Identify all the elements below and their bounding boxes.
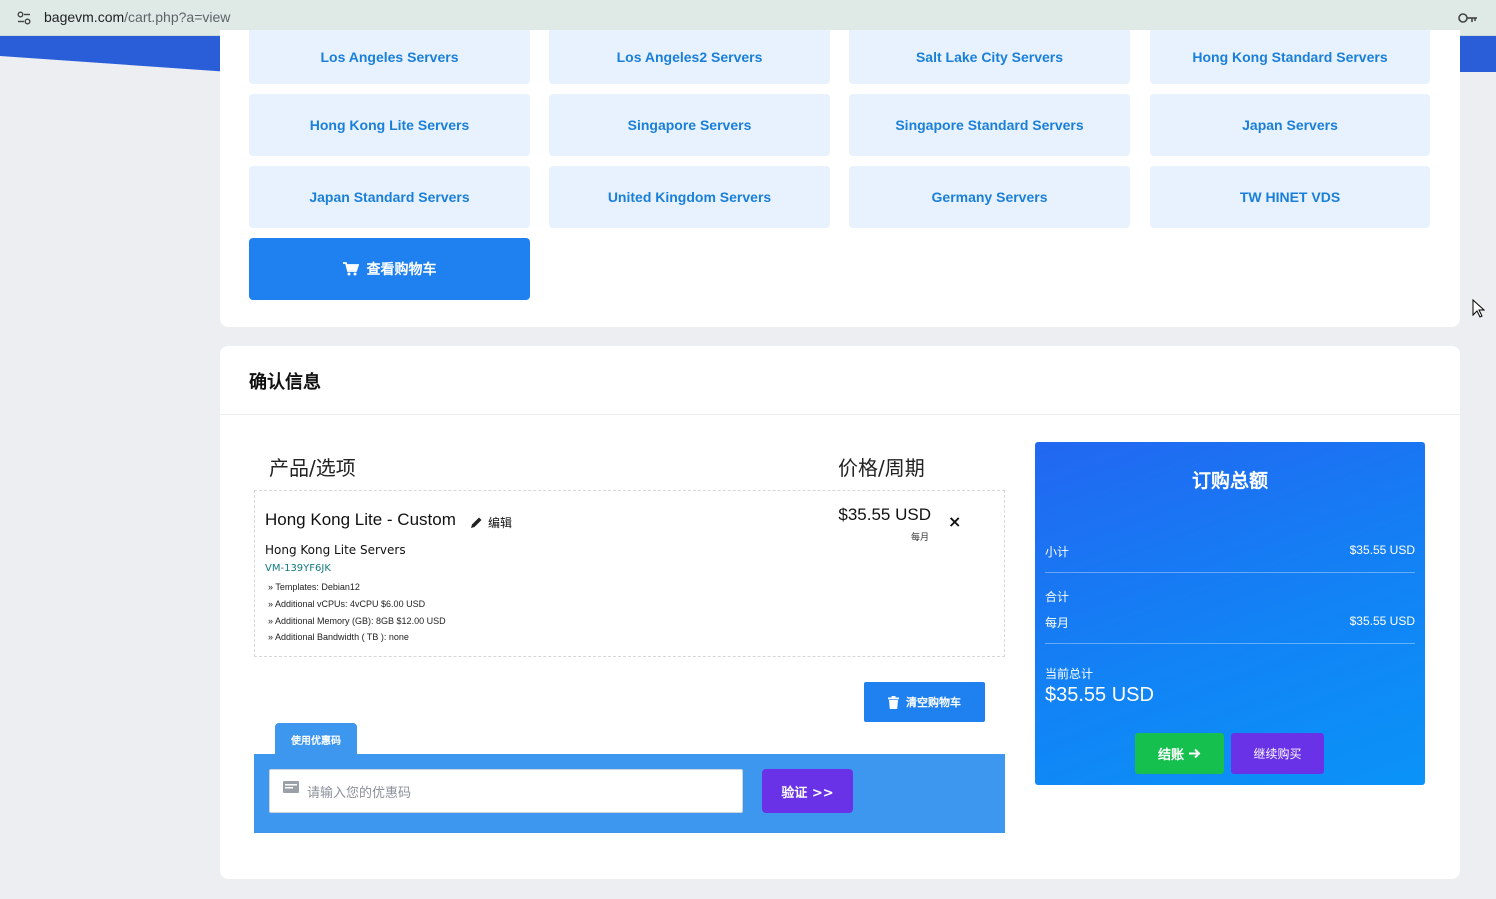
trash-icon	[888, 695, 899, 709]
hostname: VM-139YF6JK	[265, 563, 331, 574]
divider	[1045, 643, 1415, 644]
category-tile[interactable]: United Kingdom Servers	[549, 166, 830, 228]
item-price: $35.55 USD	[838, 505, 931, 524]
config-option: » Additional Bandwidth ( TB ): none	[268, 632, 409, 642]
edit-link[interactable]: 编辑	[470, 514, 512, 531]
category-tile[interactable]: Hong Kong Lite Servers	[249, 94, 530, 156]
category-tile[interactable]: Hong Kong Standard Servers	[1150, 30, 1430, 84]
category-tile[interactable]: Los Angeles2 Servers	[549, 30, 830, 84]
url-path: /cart.php?a=view	[124, 9, 231, 25]
checkout-label: 结账	[1157, 748, 1184, 763]
product-name: Hong Kong Lite - Custom	[265, 510, 456, 529]
promo-tab[interactable]: 使用优惠码	[275, 723, 357, 755]
category-tile[interactable]: Los Angeles Servers	[249, 30, 530, 84]
column-header-product: 产品/选项	[269, 456, 356, 480]
promo-placeholder: 请输入您的优惠码	[307, 786, 412, 801]
category-tile[interactable]: Singapore Servers	[549, 94, 830, 156]
url-host: bagevm.com	[44, 9, 125, 25]
order-summary: 订购总额 小计 $35.55 USD 合计 每月 $35.55 USD 当前总计…	[1035, 442, 1425, 785]
column-header-price: 价格/周期	[838, 456, 925, 480]
recurring-value: $35.55 USD	[1349, 614, 1415, 628]
mouse-cursor-icon	[1472, 299, 1486, 318]
pencil-icon	[471, 516, 483, 528]
page-title: 确认信息	[249, 372, 321, 393]
ticket-icon	[283, 781, 299, 793]
config-option: » Additional Memory (GB): 8GB $12.00 USD	[268, 616, 446, 626]
category-tile[interactable]: Germany Servers	[849, 166, 1130, 228]
total-due-label: 当前总计	[1045, 667, 1094, 681]
remove-item-button[interactable]: ×	[948, 512, 961, 531]
url-text[interactable]: bagevm.com/cart.php?a=view	[44, 9, 230, 25]
summary-title: 订购总额	[1191, 470, 1268, 492]
total-due-value: $35.55 USD	[1045, 684, 1154, 706]
promo-code-input[interactable]: 请输入您的优惠码	[269, 769, 743, 813]
view-cart-label: 查看购物车	[366, 262, 437, 278]
category-tile[interactable]: Japan Servers	[1150, 94, 1430, 156]
cart-icon	[342, 262, 359, 276]
category-tile[interactable]: TW HINET VDS	[1150, 166, 1430, 228]
validate-code-button[interactable]: 验证 >>	[762, 769, 853, 813]
product-group: Hong Kong Lite Servers	[265, 543, 406, 557]
divider	[220, 414, 1460, 415]
edit-label: 编辑	[488, 516, 513, 530]
category-tile[interactable]: Singapore Standard Servers	[849, 94, 1130, 156]
category-tile[interactable]: Salt Lake City Servers	[849, 30, 1130, 84]
tune-icon[interactable]	[17, 11, 31, 25]
empty-cart-button[interactable]: 清空购物车	[864, 682, 985, 722]
divider	[1045, 572, 1415, 573]
subtotal-value: $35.55 USD	[1349, 543, 1415, 557]
arrow-right-icon	[1189, 748, 1201, 759]
continue-shopping-button[interactable]: 继续购买	[1231, 733, 1324, 774]
subtotal-label: 小计	[1045, 545, 1070, 559]
totals-label: 合计	[1045, 590, 1070, 604]
config-option: » Templates: Debian12	[268, 582, 360, 592]
billing-cycle: 每月	[911, 533, 930, 543]
checkout-button[interactable]: 结账	[1135, 733, 1224, 774]
view-cart-button[interactable]: 查看购物车	[249, 238, 530, 300]
recurring-label: 每月	[1045, 616, 1070, 630]
key-icon[interactable]	[1458, 11, 1478, 25]
config-option: » Additional vCPUs: 4vCPU $6.00 USD	[268, 599, 426, 609]
empty-cart-label: 清空购物车	[906, 696, 961, 709]
category-tile[interactable]: Japan Standard Servers	[249, 166, 530, 228]
